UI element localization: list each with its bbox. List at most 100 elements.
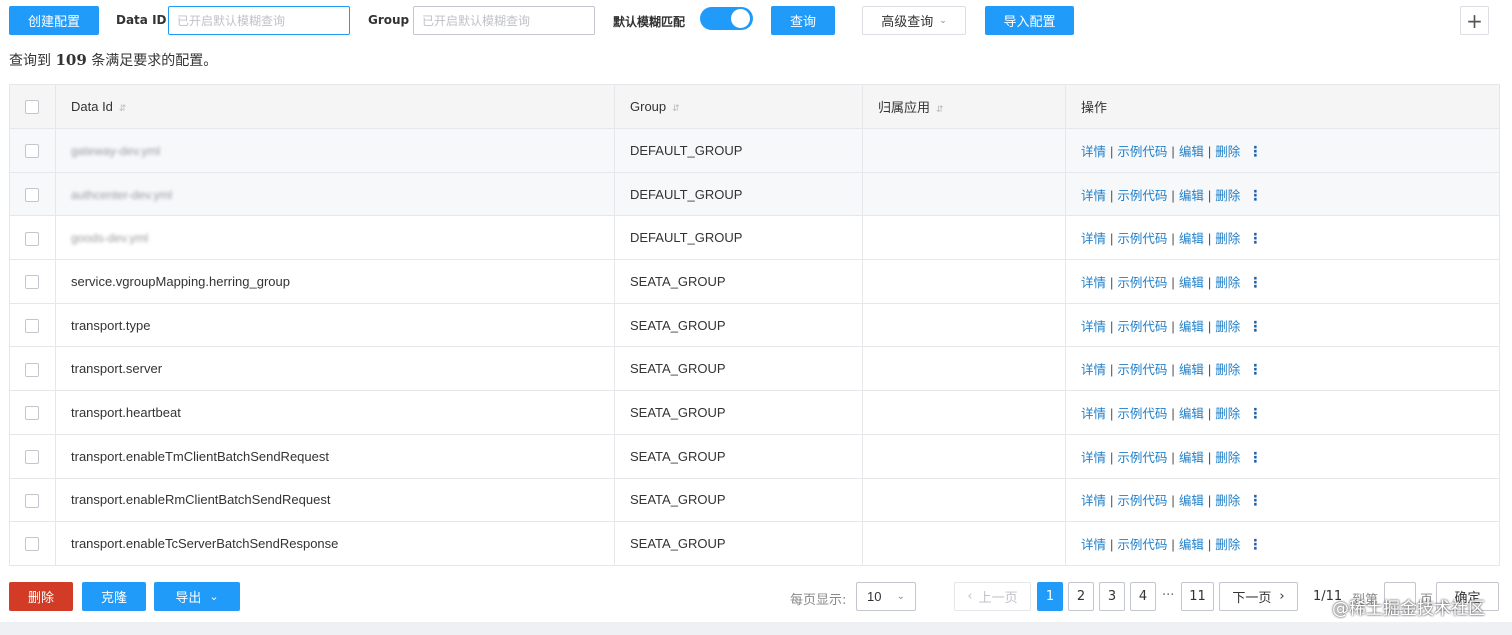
advanced-search-button[interactable]: 高级查询 ⌄ — [862, 6, 966, 35]
clone-button[interactable]: 克隆 — [82, 582, 146, 611]
more-vertical-icon[interactable]: ⋮ — [1248, 143, 1262, 159]
sample-code-link[interactable]: 示例代码 — [1117, 450, 1167, 465]
detail-link[interactable]: 详情 — [1081, 493, 1106, 508]
detail-link[interactable]: 详情 — [1081, 275, 1106, 290]
edit-link[interactable]: 编辑 — [1179, 144, 1204, 159]
row-checkbox[interactable] — [25, 275, 39, 290]
data-id-input[interactable] — [168, 6, 350, 35]
cell-actions: 详情 | 示例代码 | 编辑 | 删除 ⋮ — [1065, 172, 1500, 217]
sample-code-link[interactable]: 示例代码 — [1117, 144, 1167, 159]
delete-link[interactable]: 删除 — [1215, 362, 1240, 377]
sample-code-link[interactable]: 示例代码 — [1117, 231, 1167, 246]
sample-code-link[interactable]: 示例代码 — [1117, 493, 1167, 508]
plus-icon[interactable]: + — [1460, 6, 1489, 35]
more-vertical-icon[interactable]: ⋮ — [1248, 405, 1262, 421]
page-button-4[interactable]: 4 — [1130, 582, 1156, 611]
select-all-checkbox[interactable] — [25, 100, 39, 115]
delete-link[interactable]: 删除 — [1215, 275, 1240, 290]
row-checkbox[interactable] — [25, 231, 39, 246]
cell-app — [862, 478, 1066, 523]
delete-selected-button[interactable]: 删除 — [9, 582, 73, 611]
sort-icon[interactable]: ⇵ — [936, 104, 944, 114]
row-checkbox[interactable] — [25, 187, 39, 202]
table-row[interactable]: transport.type SEATA_GROUP 详情 | 示例代码 | 编辑 | 删除 ⋮ — [9, 303, 1500, 348]
delete-link[interactable]: 删除 — [1215, 537, 1240, 552]
edit-link[interactable]: 编辑 — [1179, 406, 1204, 421]
table-row[interactable]: transport.server SEATA_GROUP 详情 | 示例代码 | 编辑 | 删除… — [9, 346, 1500, 392]
detail-link[interactable]: 详情 — [1081, 406, 1106, 421]
sample-code-link[interactable]: 示例代码 — [1117, 188, 1167, 203]
group-input[interactable] — [413, 6, 595, 35]
delete-link[interactable]: 删除 — [1215, 406, 1240, 421]
sample-code-link[interactable]: 示例代码 — [1117, 537, 1167, 552]
edit-link[interactable]: 编辑 — [1179, 450, 1204, 465]
search-button[interactable]: 查询 — [771, 6, 835, 35]
page-button-2[interactable]: 2 — [1068, 582, 1094, 611]
more-vertical-icon[interactable]: ⋮ — [1248, 361, 1262, 377]
detail-link[interactable]: 详情 — [1081, 362, 1106, 377]
detail-link[interactable]: 详情 — [1081, 144, 1106, 159]
edit-link[interactable]: 编辑 — [1179, 362, 1204, 377]
sample-code-link[interactable]: 示例代码 — [1117, 319, 1167, 334]
detail-link[interactable]: 详情 — [1081, 450, 1106, 465]
more-vertical-icon[interactable]: ⋮ — [1248, 187, 1262, 203]
table-row[interactable]: transport.enableRmClientBatchSendRequest… — [9, 478, 1500, 523]
table-row[interactable]: gateway-dev.yml DEFAULT_GROUP 详情 | 示例代码 | 编辑 | 删… — [9, 128, 1500, 173]
edit-link[interactable]: 编辑 — [1179, 188, 1204, 203]
more-vertical-icon[interactable]: ⋮ — [1248, 274, 1262, 290]
fuzzy-match-toggle[interactable] — [700, 7, 753, 30]
prev-page-button[interactable]: ‹ 上一页 — [954, 582, 1031, 611]
table-row[interactable]: authcenter-dev.yml DEFAULT_GROUP 详情 | 示例代码 | 编… — [9, 172, 1500, 217]
row-checkbox[interactable] — [25, 406, 39, 421]
page-button-3[interactable]: 3 — [1099, 582, 1125, 611]
page-button-11[interactable]: 11 — [1181, 582, 1214, 611]
create-config-button[interactable]: 创建配置 — [9, 6, 99, 35]
detail-link[interactable]: 详情 — [1081, 231, 1106, 246]
delete-link[interactable]: 删除 — [1215, 144, 1240, 159]
delete-link[interactable]: 删除 — [1215, 188, 1240, 203]
delete-link[interactable]: 删除 — [1215, 450, 1240, 465]
import-config-button[interactable]: 导入配置 — [985, 6, 1074, 35]
more-vertical-icon[interactable]: ⋮ — [1248, 492, 1262, 508]
header-data-id[interactable]: Data Id ⇵ — [55, 84, 615, 129]
more-vertical-icon[interactable]: ⋮ — [1248, 536, 1262, 552]
row-checkbox[interactable] — [25, 362, 39, 377]
edit-link[interactable]: 编辑 — [1179, 275, 1204, 290]
row-checkbox[interactable] — [25, 449, 39, 464]
sample-code-link[interactable]: 示例代码 — [1117, 275, 1167, 290]
row-checkbox[interactable] — [25, 537, 39, 552]
detail-link[interactable]: 详情 — [1081, 188, 1106, 203]
edit-link[interactable]: 编辑 — [1179, 231, 1204, 246]
table-row[interactable]: transport.enableTcServerBatchSendRespons… — [9, 521, 1500, 566]
sort-icon[interactable]: ⇵ — [119, 103, 127, 113]
sample-code-link[interactable]: 示例代码 — [1117, 406, 1167, 421]
delete-link[interactable]: 删除 — [1215, 231, 1240, 246]
edit-link[interactable]: 编辑 — [1179, 319, 1204, 334]
next-page-button[interactable]: 下一页 › — [1219, 582, 1298, 611]
table-row[interactable]: transport.enableTmClientBatchSendRequest… — [9, 434, 1500, 479]
edit-link[interactable]: 编辑 — [1179, 537, 1204, 552]
delete-link[interactable]: 删除 — [1215, 319, 1240, 334]
cell-actions: 详情 | 示例代码 | 编辑 | 删除 ⋮ — [1065, 346, 1500, 392]
table-row[interactable]: transport.heartbeat SEATA_GROUP 详情 | 示例代码 | 编辑… — [9, 390, 1500, 435]
edit-link[interactable]: 编辑 — [1179, 493, 1204, 508]
export-button[interactable]: 导出 ⌄ — [154, 582, 240, 611]
more-vertical-icon[interactable]: ⋮ — [1248, 449, 1262, 465]
page-button-1[interactable]: 1 — [1037, 582, 1063, 611]
more-vertical-icon[interactable]: ⋮ — [1248, 318, 1262, 334]
more-vertical-icon[interactable]: ⋮ — [1248, 230, 1262, 246]
sample-code-link[interactable]: 示例代码 — [1117, 362, 1167, 377]
row-checkbox[interactable] — [25, 318, 39, 333]
table-row[interactable]: goods-dev.yml DEFAULT_GROUP 详情 | 示例代码 | 编辑 | 删除 ⋮ — [9, 215, 1500, 261]
detail-link[interactable]: 详情 — [1081, 537, 1106, 552]
sort-icon[interactable]: ⇵ — [672, 103, 680, 113]
delete-link[interactable]: 删除 — [1215, 493, 1240, 508]
detail-link[interactable]: 详情 — [1081, 319, 1106, 334]
header-group[interactable]: Group ⇵ — [614, 84, 863, 129]
page-size-select[interactable]: 10 ⌄ — [856, 582, 916, 611]
header-app[interactable]: 归属应用 ⇵ — [862, 84, 1066, 129]
row-checkbox[interactable] — [25, 144, 39, 159]
row-checkbox[interactable] — [25, 493, 39, 508]
table-row[interactable]: service.vgroupMapping.herring_group SEATA… — [9, 259, 1500, 304]
summary-prefix: 查询到 — [9, 53, 51, 69]
